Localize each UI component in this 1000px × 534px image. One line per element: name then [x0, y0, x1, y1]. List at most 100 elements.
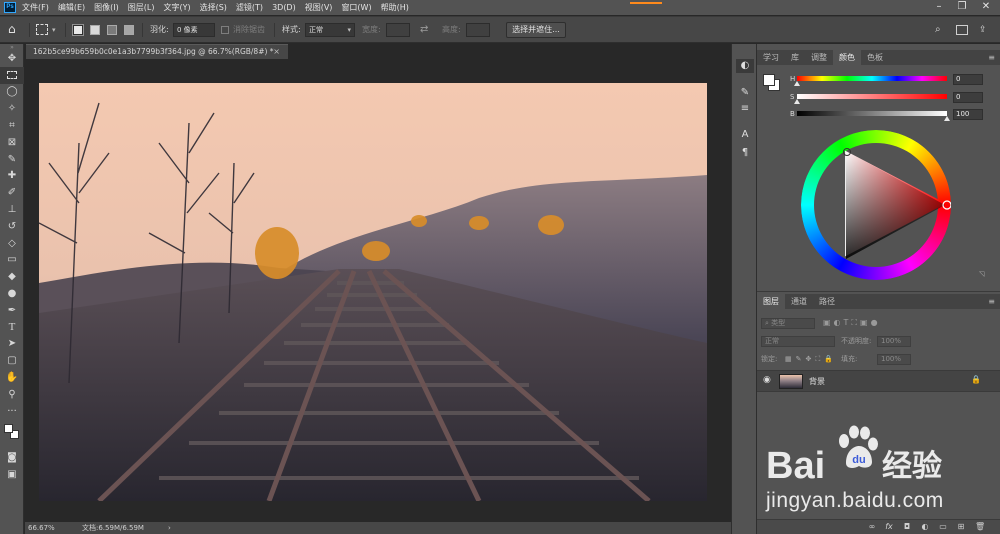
- select-and-mask-button[interactable]: 选择并遮住...: [506, 22, 566, 38]
- history-brush-tool-icon[interactable]: ↺: [0, 218, 24, 235]
- intersect-selection-icon[interactable]: [124, 25, 134, 35]
- layer-name[interactable]: 背景: [809, 376, 825, 387]
- brush-tool-icon[interactable]: ✐: [0, 184, 24, 201]
- eraser-tool-icon[interactable]: ◇: [0, 235, 24, 252]
- eyedropper-tool-icon[interactable]: ✎: [0, 151, 24, 168]
- chevron-down-icon[interactable]: ▾: [52, 22, 56, 38]
- feather-input[interactable]: 0 像素: [173, 23, 215, 37]
- tab-layers[interactable]: 图层: [757, 294, 785, 309]
- saturation-slider-thumb[interactable]: [794, 99, 800, 104]
- path-selection-tool-icon[interactable]: ➤: [0, 336, 24, 353]
- menu-edit[interactable]: 编辑(E): [58, 2, 85, 13]
- color-wheel[interactable]: [801, 130, 951, 280]
- layer-row-background[interactable]: ◉ 背景 🔒: [757, 370, 1000, 392]
- restore-icon[interactable]: ❐: [953, 1, 971, 13]
- fill-input[interactable]: 100%: [877, 354, 911, 365]
- search-icon[interactable]: ⌕: [935, 22, 941, 38]
- clone-stamp-tool-icon[interactable]: ⊥: [0, 201, 24, 218]
- home-icon[interactable]: ⌂: [8, 21, 16, 37]
- type-tool-icon[interactable]: T: [0, 319, 24, 336]
- style-select[interactable]: 正常 ▾: [305, 23, 355, 37]
- hand-tool-icon[interactable]: ✋: [0, 369, 24, 386]
- hue-slider-thumb[interactable]: [794, 81, 800, 86]
- tab-paths[interactable]: 路径: [813, 294, 841, 309]
- image-canvas[interactable]: [39, 83, 707, 501]
- brightness-value-input[interactable]: 100: [953, 109, 983, 120]
- tab-learn[interactable]: 学习: [757, 50, 785, 65]
- screen-mode-icon[interactable]: ▣: [0, 466, 24, 483]
- hue-slider[interactable]: [794, 76, 947, 86]
- tab-color[interactable]: 颜色: [833, 50, 861, 65]
- saturation-slider[interactable]: [794, 94, 947, 104]
- layer-style-icon[interactable]: fx: [884, 522, 894, 532]
- blend-mode-select[interactable]: 正常: [761, 336, 835, 347]
- new-selection-icon[interactable]: [72, 24, 84, 36]
- dodge-tool-icon[interactable]: ●: [0, 285, 24, 302]
- minimize-icon[interactable]: –: [930, 1, 948, 13]
- delete-layer-icon[interactable]: 🗑: [975, 522, 985, 532]
- healing-brush-tool-icon[interactable]: ✚: [0, 168, 24, 185]
- close-icon[interactable]: ✕: [977, 1, 995, 13]
- color-swatches[interactable]: [0, 420, 24, 450]
- menu-help[interactable]: 帮助(H): [381, 2, 409, 13]
- close-document-icon[interactable]: ×: [273, 45, 280, 59]
- new-layer-icon[interactable]: ⊞: [956, 522, 966, 532]
- menu-view[interactable]: 视图(V): [305, 2, 333, 13]
- brightness-slider[interactable]: [797, 111, 950, 121]
- add-to-selection-icon[interactable]: [90, 25, 100, 35]
- menu-file[interactable]: 文件(F): [22, 2, 49, 13]
- tab-libraries[interactable]: 库: [785, 50, 805, 65]
- foreground-color-swatch[interactable]: [4, 423, 13, 433]
- tab-channels[interactable]: 通道: [785, 294, 813, 309]
- menu-type[interactable]: 文字(Y): [163, 2, 190, 13]
- width-input[interactable]: [386, 23, 410, 37]
- menu-image[interactable]: 图像(I): [94, 2, 119, 13]
- lock-options-icons[interactable]: ▦✎✥⛶🔒: [785, 352, 837, 366]
- link-layers-icon[interactable]: ∞: [867, 522, 877, 532]
- tab-swatches[interactable]: 色板: [861, 50, 889, 65]
- adjustment-layer-icon[interactable]: ◐: [920, 522, 930, 532]
- subtract-from-selection-icon[interactable]: [107, 25, 117, 35]
- more-tools-icon[interactable]: ···: [0, 403, 24, 420]
- height-input[interactable]: [466, 23, 490, 37]
- magic-wand-tool-icon[interactable]: ✧: [0, 100, 24, 117]
- move-tool-icon[interactable]: ✥: [0, 50, 24, 67]
- panel-resize-icon[interactable]: ◹: [979, 270, 984, 278]
- character-panel-icon[interactable]: A: [736, 128, 754, 142]
- crop-tool-icon[interactable]: ⌗: [0, 117, 24, 134]
- quick-mask-icon[interactable]: ◙: [0, 450, 24, 467]
- pen-tool-icon[interactable]: ✒: [0, 302, 24, 319]
- frame-tool-icon[interactable]: ⊠: [0, 134, 24, 151]
- brightness-slider-thumb[interactable]: [944, 116, 950, 121]
- share-icon[interactable]: ⇪: [979, 22, 987, 38]
- menu-layer[interactable]: 图层(L): [128, 2, 155, 13]
- color-panel-icon[interactable]: ◐: [736, 59, 754, 73]
- antialias-checkbox[interactable]: [221, 26, 229, 34]
- opacity-input[interactable]: 100%: [877, 336, 911, 347]
- menu-window[interactable]: 窗口(W): [341, 2, 371, 13]
- saturation-value-input[interactable]: 0: [953, 92, 983, 103]
- lock-icon[interactable]: 🔒: [971, 375, 981, 384]
- status-menu-arrow[interactable]: ›: [168, 522, 171, 534]
- new-group-icon[interactable]: ▭: [938, 522, 948, 532]
- layer-filter-select[interactable]: ⌕ 类型: [761, 318, 815, 329]
- paragraph-panel-icon[interactable]: ¶: [736, 146, 754, 160]
- rectangle-tool-icon[interactable]: ▢: [0, 352, 24, 369]
- document-tab[interactable]: 162b5ce99b659b0c0e1a3b7799b3f364.jpg @ 6…: [26, 44, 288, 59]
- properties-icon[interactable]: ≡: [736, 102, 754, 116]
- panel-menu-icon[interactable]: ≡: [988, 294, 995, 309]
- marquee-tool-preset-icon[interactable]: [36, 24, 48, 35]
- workspace-icon[interactable]: [956, 25, 968, 35]
- menu-select[interactable]: 选择(S): [200, 2, 227, 13]
- menu-3d[interactable]: 3D(D): [272, 3, 296, 12]
- layer-filter-icons[interactable]: ▣◐T⛶▣●: [823, 316, 881, 330]
- rectangular-marquee-tool-icon[interactable]: [0, 66, 24, 84]
- visibility-eye-icon[interactable]: ◉: [763, 375, 771, 385]
- tab-adjustments[interactable]: 调整: [805, 50, 833, 65]
- add-mask-icon[interactable]: ◘: [902, 522, 912, 532]
- hue-value-input[interactable]: 0: [953, 74, 983, 85]
- zoom-level[interactable]: 66.67%: [28, 522, 55, 534]
- lasso-tool-icon[interactable]: ◯: [0, 84, 24, 101]
- panel-menu-icon[interactable]: ≡: [988, 50, 995, 65]
- zoom-tool-icon[interactable]: ⚲: [0, 386, 24, 403]
